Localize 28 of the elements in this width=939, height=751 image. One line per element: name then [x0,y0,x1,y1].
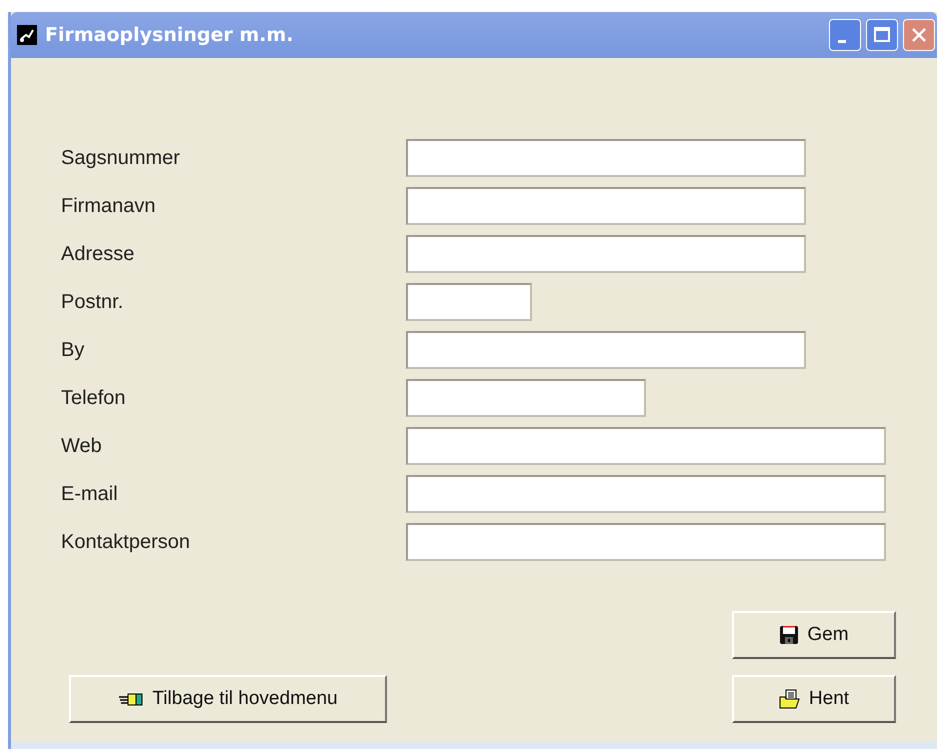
input-field[interactable] [406,235,806,273]
input-field[interactable] [406,187,806,225]
field-label: Web [61,434,103,458]
field-label: Postnr. [61,290,124,314]
input-field[interactable] [406,379,646,417]
field-label: Kontaktperson [61,530,191,554]
window-title: Firmaoplysninger m.m. [45,24,294,46]
save-button[interactable]: Gem [732,611,896,659]
open-button[interactable]: Hent [732,675,896,723]
input-field[interactable] [406,331,806,369]
maximize-button[interactable] [866,19,898,51]
field-label: Sagsnummer [61,146,181,170]
minimize-icon [838,40,846,42]
folder-document-icon [778,689,801,709]
app-icon [17,25,37,45]
field-label: Adresse [61,242,136,266]
field-label: Firmanavn [61,194,156,218]
close-button[interactable] [903,19,935,51]
input-field[interactable] [406,427,886,465]
minimize-button[interactable] [829,19,861,51]
input-field[interactable] [406,139,806,177]
field-label: By [61,338,86,362]
input-field[interactable] [406,283,532,321]
field-label: Telefon [61,386,126,410]
field-label: E-mail [61,482,119,506]
input-field[interactable] [406,475,886,513]
input-field[interactable] [406,523,886,561]
back-button[interactable]: Tilbage til hovedmenu [69,675,387,723]
